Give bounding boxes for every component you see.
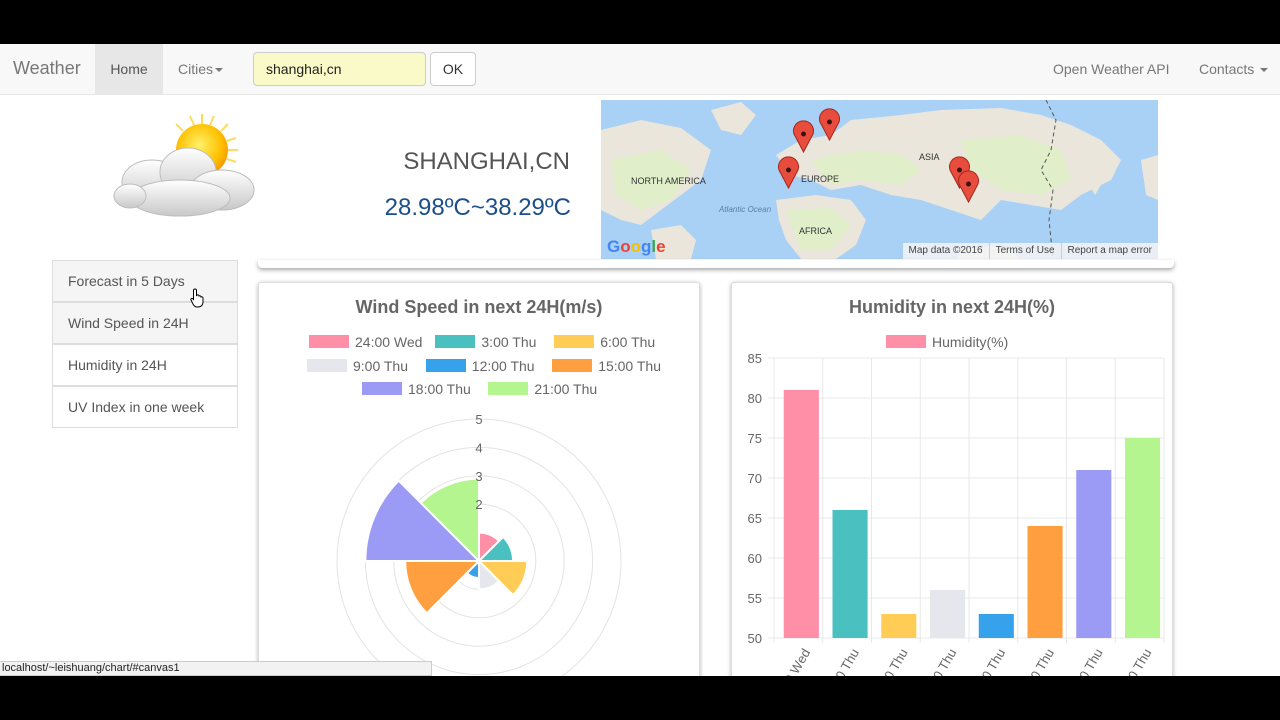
humidity-bar[interactable] xyxy=(1125,438,1161,638)
humidity-bar[interactable] xyxy=(832,510,868,638)
wind-speed-panel: Wind Speed in next 24H(m/s) 24:00 Wed 3:0… xyxy=(258,282,700,676)
x-tick-label: 00 Thu xyxy=(926,646,959,676)
world-map[interactable]: NORTH AMERICA EUROPE ASIA AFRICA Atlanti… xyxy=(601,100,1158,259)
map-label: Atlantic Ocean xyxy=(718,205,772,214)
browser-viewport: Weather Home Cities OK Open Weather API … xyxy=(0,44,1280,676)
hand-cursor-icon xyxy=(190,288,204,308)
report-map-error-link[interactable]: Report a map error xyxy=(1060,243,1158,259)
map-data-credit: Map data ©2016 xyxy=(908,245,983,256)
terms-of-use-link[interactable]: Terms of Use xyxy=(988,243,1061,259)
ok-button[interactable]: OK xyxy=(430,52,476,86)
map-label: ASIA xyxy=(919,152,940,162)
x-tick-label: 00 Thu xyxy=(878,646,911,676)
polar-tick-label: 5 xyxy=(475,412,482,427)
city-name: SHANGHAI,CN xyxy=(403,148,570,175)
polar-tick-label: 2 xyxy=(475,497,482,512)
wind-polar-chart: 2 3 4 5 xyxy=(336,412,622,676)
x-tick-label: 00 Thu xyxy=(1024,646,1057,676)
humidity-bar[interactable] xyxy=(978,614,1014,638)
humidity-bar[interactable] xyxy=(930,590,966,638)
google-logo: Google xyxy=(607,237,666,256)
y-tick-label: 60 xyxy=(748,551,762,566)
polar-tick-label: 4 xyxy=(475,440,482,455)
sidebar-item-humidity[interactable]: Humidity in 24H xyxy=(52,344,238,386)
x-tick-label: 00 Thu xyxy=(829,646,862,676)
sidebar-item-forecast[interactable]: Forecast in 5 Days xyxy=(52,260,238,302)
nav-cities-label: Cities xyxy=(178,61,214,77)
nav-open-weather-api[interactable]: Open Weather API xyxy=(1053,44,1169,94)
city-search-input[interactable] xyxy=(253,52,426,86)
map-label: EUROPE xyxy=(801,174,839,184)
x-tick-label: 00 Thu xyxy=(975,646,1008,676)
humidity-bar[interactable] xyxy=(1076,470,1112,638)
y-tick-label: 80 xyxy=(748,391,762,406)
y-tick-label: 55 xyxy=(748,591,762,606)
status-bar-url: localhost/~leishuang/chart/#canvas1 xyxy=(0,661,432,676)
nav-contacts-dropdown[interactable]: Contacts xyxy=(1199,44,1269,94)
map-footer: Map data ©2016 Terms of Use Report a map… xyxy=(902,243,1158,259)
map-label: NORTH AMERICA xyxy=(631,176,706,186)
humidity-bar-chart: 50 55 60 65 70 75 80 85 0 Wed 00 Thu 00 Thu 00 Thu 0… xyxy=(748,351,1165,676)
temperature-range: 28.98ºC~38.29ºC xyxy=(384,194,571,221)
nav-home[interactable]: Home xyxy=(95,44,163,94)
humidity-bar[interactable] xyxy=(783,390,819,638)
y-tick-label: 85 xyxy=(748,351,762,366)
humidity-panel: Humidity in next 24H(%) Humidity(%) 50 55… xyxy=(731,282,1173,676)
x-tick-label: 00 Thu xyxy=(1121,646,1154,676)
brand-link[interactable]: Weather xyxy=(13,58,81,79)
sidebar-item-uv-index[interactable]: UV Index in one week xyxy=(52,386,238,428)
humidity-bar[interactable] xyxy=(1027,526,1063,638)
nav-contacts-label: Contacts xyxy=(1199,61,1255,77)
map-label: AFRICA xyxy=(799,226,832,236)
navbar: Weather Home Cities OK Open Weather API … xyxy=(0,44,1280,95)
nav-cities-dropdown[interactable]: Cities xyxy=(178,44,224,94)
partly-cloudy-icon xyxy=(113,114,255,217)
x-tick-label: 0 Wed xyxy=(781,646,813,676)
y-tick-label: 50 xyxy=(748,631,762,646)
x-tick-label: 00 Thu xyxy=(1073,646,1106,676)
map-land: NORTH AMERICA EUROPE ASIA AFRICA Atlanti… xyxy=(601,100,1158,259)
caret-down-icon xyxy=(1260,68,1269,73)
header-divider xyxy=(258,260,1174,268)
polar-tick-label: 3 xyxy=(475,469,482,484)
humidity-bar[interactable] xyxy=(881,614,917,638)
y-tick-label: 70 xyxy=(748,471,762,486)
y-tick-label: 75 xyxy=(748,431,762,446)
y-tick-label: 65 xyxy=(748,511,762,526)
caret-down-icon xyxy=(215,68,224,73)
sidebar-item-wind-speed[interactable]: Wind Speed in 24H xyxy=(52,302,238,344)
